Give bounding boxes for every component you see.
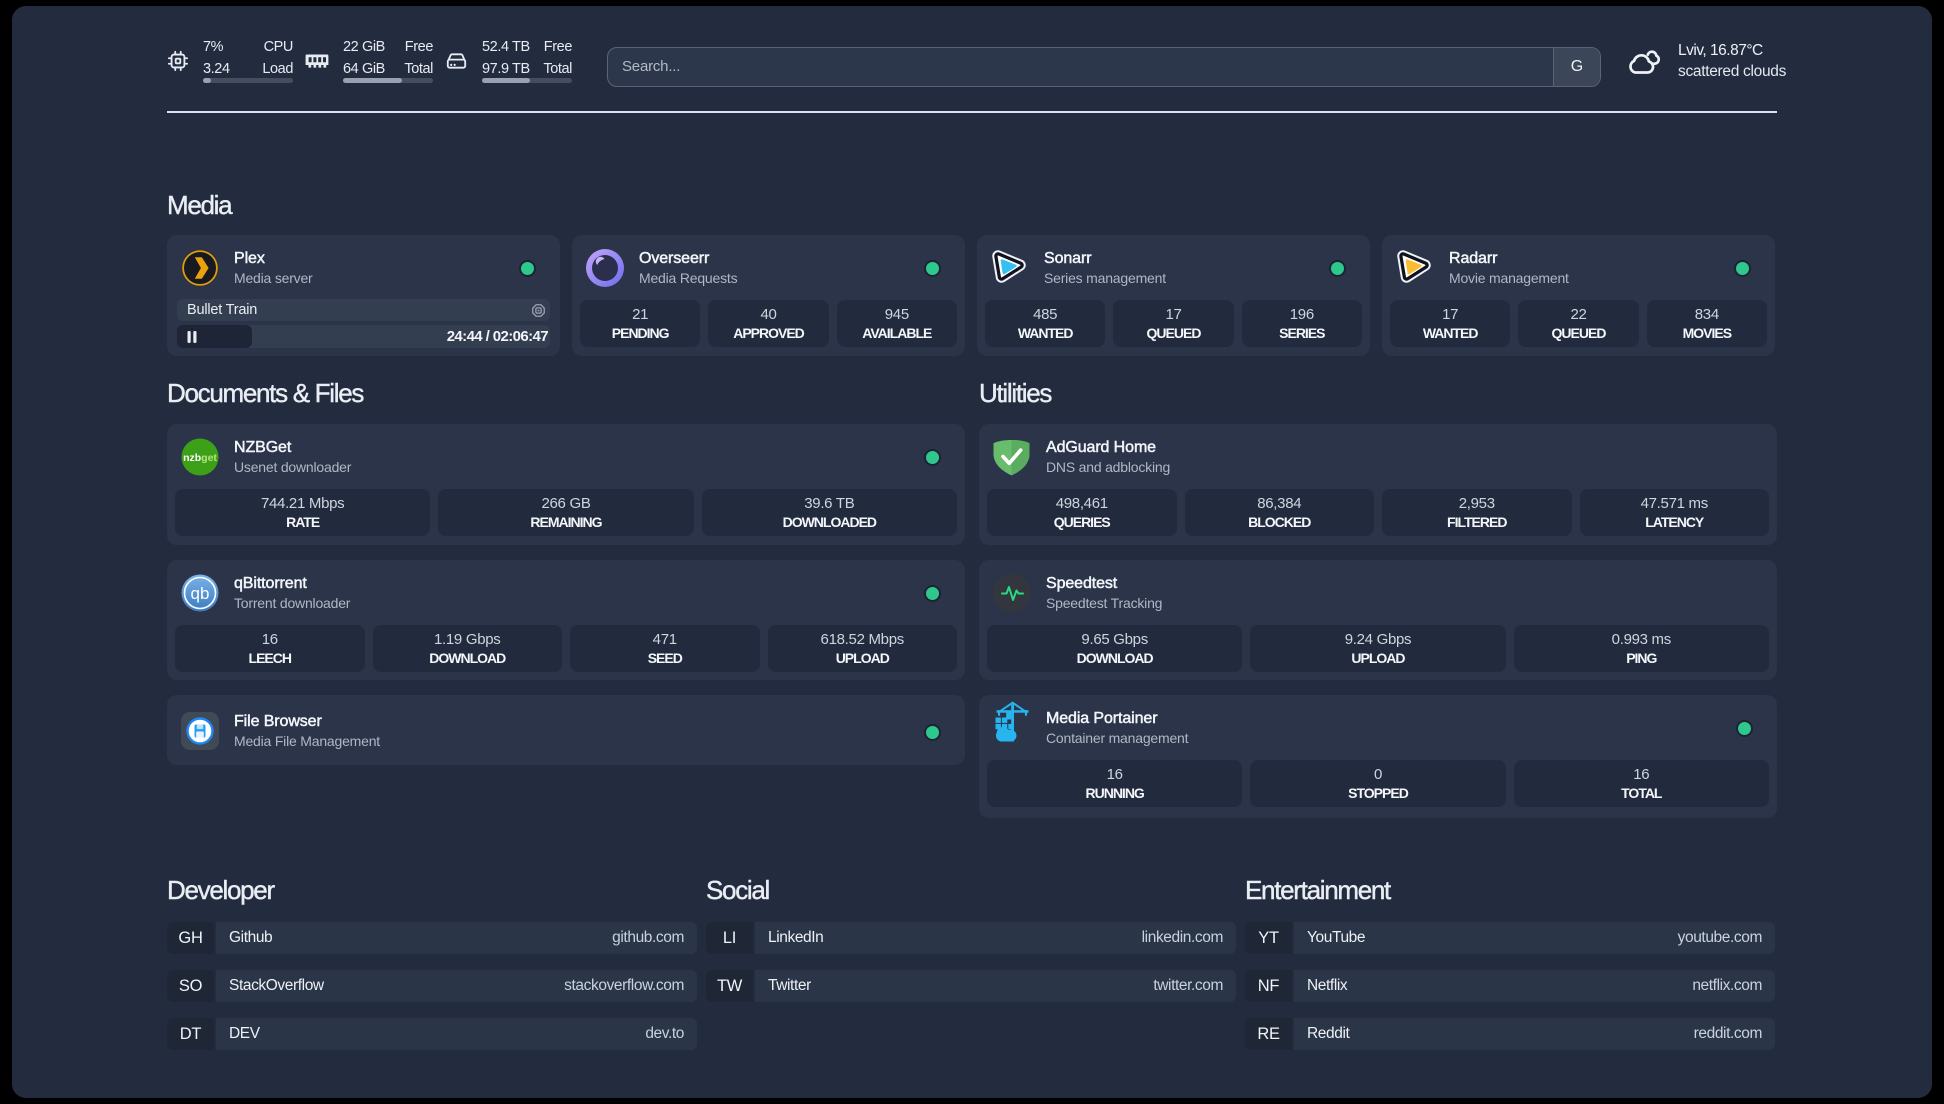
svg-text:qb: qb [191,584,210,603]
svg-text:nzbget: nzbget [183,452,217,464]
